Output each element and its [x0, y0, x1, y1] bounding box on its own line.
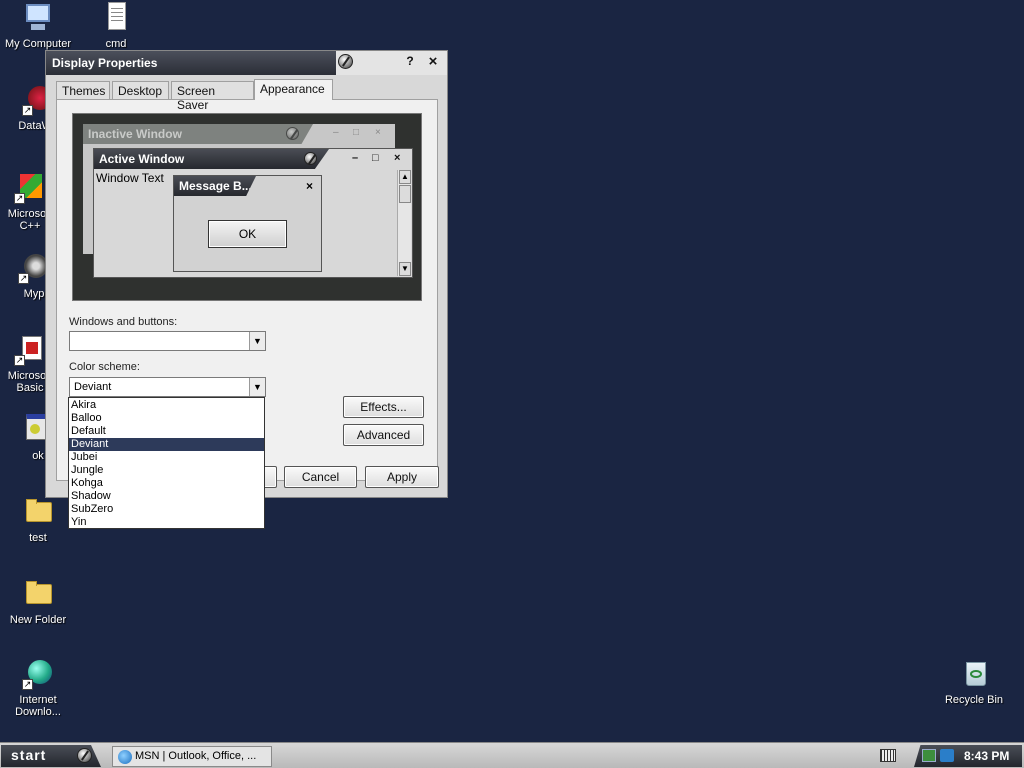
preview-active-window: Active Window – □ × Window Text ▲ ▼ Mess… [93, 148, 413, 278]
shortcut-arrow-icon: ↗ [22, 679, 33, 690]
desktop-icon-cmd[interactable]: cmd [78, 2, 154, 50]
inactive-window-title: Inactive Window [83, 124, 313, 144]
window-titlebar[interactable]: Display Properties ? × [46, 51, 447, 75]
apply-button[interactable]: Apply [365, 466, 439, 488]
windows-and-buttons-label: Windows and buttons: [69, 316, 178, 328]
visual-studio-icon: ↗ [14, 172, 46, 204]
clock[interactable]: 8:43 PM [964, 749, 1009, 763]
tray-app-icon[interactable] [940, 749, 954, 762]
desktop-icon-recycle-bin[interactable]: Recycle Bin [936, 658, 1012, 706]
appearance-preview: Inactive Window – □ × Active Window – □ … [72, 113, 422, 301]
shortcut-arrow-icon: ↗ [14, 355, 25, 366]
system-tray: 8:43 PM [914, 745, 1022, 767]
color-scheme-option-balloo[interactable]: Balloo [69, 412, 264, 425]
effects-button[interactable]: Effects... [343, 396, 424, 418]
taskbar: start MSN | Outlook, Office, ... 8:43 PM [0, 742, 1024, 768]
color-scheme-option-jubei[interactable]: Jubei [69, 451, 264, 464]
keyboard-icon[interactable] [880, 749, 896, 762]
desktop-icon-label: Internet Downlo... [15, 694, 61, 718]
window-text-sample: Window Text [96, 171, 164, 185]
color-scheme-option-subzero[interactable]: SubZero [69, 503, 264, 516]
desktop-icon-label: cmd [105, 38, 127, 50]
start-label: start [11, 747, 47, 763]
window-title: Display Properties [52, 56, 158, 70]
chevron-down-icon[interactable]: ▼ [249, 378, 265, 396]
chevron-down-icon[interactable]: ▼ [249, 332, 265, 350]
desktop-icon-new-folder[interactable]: New Folder [0, 578, 76, 626]
tab-screen-saver[interactable]: Screen Saver [171, 81, 254, 112]
scroll-thumb [399, 185, 411, 203]
desktop-icon-label: test [29, 532, 47, 544]
taskbar-item-label: MSN | Outlook, Office, ... [135, 750, 257, 762]
maximize-icon: □ [372, 152, 379, 164]
computer-icon [22, 2, 54, 34]
window-menu-icon[interactable] [338, 54, 353, 69]
close-icon: × [394, 152, 401, 164]
color-scheme-option-shadow[interactable]: Shadow [69, 490, 264, 503]
shortcut-arrow-icon: ↗ [18, 273, 29, 284]
folder-icon [22, 578, 54, 610]
desktop-icon-label: New Folder [9, 614, 67, 626]
tab-themes[interactable]: Themes [56, 81, 110, 99]
color-scheme-option-yin[interactable]: Yin [69, 516, 264, 529]
scroll-down-icon: ▼ [399, 262, 411, 276]
tab-desktop[interactable]: Desktop [112, 81, 169, 99]
color-scheme-option-default[interactable]: Default [69, 425, 264, 438]
tab-label: Desktop [118, 84, 163, 98]
desktop-icon-internet-download[interactable]: ↗ Internet Downlo... [0, 658, 76, 718]
window-menu-icon [286, 127, 299, 140]
color-scheme-dropdown-list[interactable]: Akira Balloo Default Deviant Jubei Jungl… [68, 397, 265, 529]
maximize-icon: □ [353, 127, 360, 138]
cancel-button[interactable]: Cancel [284, 466, 357, 488]
globe-download-icon: ↗ [22, 658, 54, 690]
tab-label: Themes [62, 84, 106, 98]
desktop-icon-test[interactable]: test [0, 496, 76, 544]
desktop-icon-my-computer[interactable]: My Computer [0, 2, 76, 50]
message-box-title: Message B... [174, 176, 256, 196]
tab-appearance[interactable]: Appearance [254, 79, 333, 100]
color-scheme-option-akira[interactable]: Akira [69, 399, 264, 412]
color-scheme-option-deviant[interactable]: Deviant [69, 438, 264, 451]
advanced-button[interactable]: Advanced [343, 424, 424, 446]
preview-message-box: Message B... × OK [173, 175, 322, 272]
start-logo-icon [77, 748, 92, 763]
color-scheme-label: Color scheme: [69, 361, 140, 373]
start-button[interactable]: start [1, 745, 101, 767]
close-button[interactable]: × [426, 54, 440, 69]
taskbar-item-msn[interactable]: MSN | Outlook, Office, ... [112, 746, 272, 767]
color-scheme-select[interactable]: Deviant ▼ [69, 377, 266, 397]
close-icon: × [305, 179, 313, 193]
network-icon[interactable] [922, 749, 936, 762]
preview-ok-button: OK [208, 220, 287, 248]
window-menu-icon [304, 152, 317, 165]
color-scheme-value: Deviant [74, 381, 112, 393]
close-icon: × [375, 127, 381, 138]
windows-and-buttons-select[interactable]: ▼ [69, 331, 266, 351]
tab-label: Appearance [260, 82, 325, 96]
shortcut-arrow-icon: ↗ [22, 105, 33, 116]
document-icon [100, 2, 132, 34]
scroll-up-icon: ▲ [399, 170, 411, 184]
preview-scrollbar: ▲ ▼ [397, 170, 411, 276]
browser-icon [118, 750, 132, 764]
recycle-bin-icon [958, 658, 990, 690]
shortcut-arrow-icon: ↗ [14, 193, 25, 204]
desktop-icon-label: Recycle Bin [944, 694, 1004, 706]
active-window-title: Active Window [94, 149, 329, 169]
color-scheme-option-kohga[interactable]: Kohga [69, 477, 264, 490]
visual-basic-icon: ↗ [14, 334, 46, 366]
help-button[interactable]: ? [403, 54, 417, 68]
folder-icon [22, 496, 54, 528]
minimize-icon: – [333, 127, 339, 138]
desktop-icon-label: My Computer [4, 38, 72, 50]
minimize-icon: – [352, 152, 359, 164]
color-scheme-option-jungle[interactable]: Jungle [69, 464, 264, 477]
